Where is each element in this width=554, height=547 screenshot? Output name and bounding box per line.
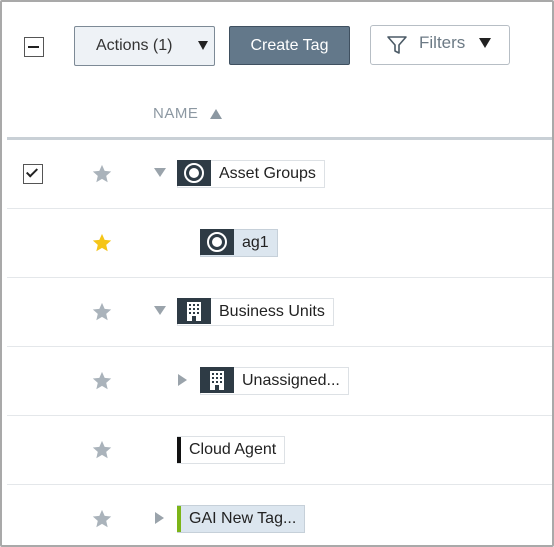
tag-label: Business Units (219, 303, 325, 320)
create-tag-label: Create Tag (250, 36, 329, 54)
asset-group-icon (177, 160, 211, 186)
row-checkbox[interactable] (23, 164, 43, 184)
funnel-icon (387, 36, 407, 54)
table-row[interactable]: Business Units (7, 278, 552, 347)
select-all-checkbox[interactable] (24, 37, 44, 57)
caret-down-icon (198, 41, 208, 50)
star-icon[interactable] (91, 439, 113, 461)
star-icon[interactable] (91, 370, 113, 392)
tag-chip[interactable]: Unassigned... (200, 367, 349, 395)
star-icon[interactable] (91, 163, 113, 185)
tag-label: ag1 (242, 234, 269, 251)
star-icon[interactable] (91, 232, 113, 254)
table-row[interactable]: Asset Groups (7, 140, 552, 209)
collapse-toggle-icon[interactable] (154, 168, 166, 177)
sort-ascending-icon (210, 108, 223, 119)
collapse-toggle-icon[interactable] (154, 306, 166, 315)
expand-toggle-icon[interactable] (155, 512, 164, 524)
star-icon[interactable] (91, 301, 113, 323)
filters-label: Filters (419, 33, 466, 52)
tag-color-bar (177, 437, 181, 463)
actions-label: Actions (1) (96, 37, 173, 54)
actions-dropdown-button[interactable]: Actions (1) (74, 26, 215, 66)
tag-chip[interactable]: Asset Groups (177, 160, 325, 188)
table-row[interactable]: GAI New Tag... (7, 485, 552, 545)
tag-chip[interactable]: Cloud Agent (177, 436, 286, 464)
table-row[interactable]: Unassigned... (7, 347, 552, 416)
tag-chip[interactable]: Business Units (177, 298, 334, 326)
indeterminate-dash-icon (28, 46, 39, 48)
tag-label: Unassigned... (242, 372, 340, 389)
tag-color-bar (177, 506, 181, 532)
building-icon (177, 298, 211, 324)
tag-list-panel: Actions (1) Create Tag Filters NAME Asse… (0, 0, 554, 547)
tag-label: Cloud Agent (189, 441, 277, 458)
star-icon[interactable] (91, 508, 113, 530)
tag-chip[interactable]: GAI New Tag... (177, 505, 306, 533)
building-icon (200, 367, 234, 393)
asset-group-icon (200, 229, 234, 255)
tag-chip[interactable]: ag1 (200, 229, 278, 257)
checkmark-icon (25, 165, 39, 178)
table-row[interactable]: Cloud Agent (7, 416, 552, 485)
caret-down-icon (479, 38, 491, 48)
name-column-header[interactable]: NAME (153, 105, 223, 122)
tag-label: GAI New Tag... (189, 510, 297, 527)
tag-label: Asset Groups (219, 165, 316, 182)
filters-button[interactable]: Filters (370, 25, 510, 65)
table-row[interactable]: ag1 (7, 209, 552, 278)
name-column-label: NAME (153, 105, 199, 122)
create-tag-button[interactable]: Create Tag (229, 26, 350, 65)
expand-toggle-icon[interactable] (178, 374, 187, 386)
